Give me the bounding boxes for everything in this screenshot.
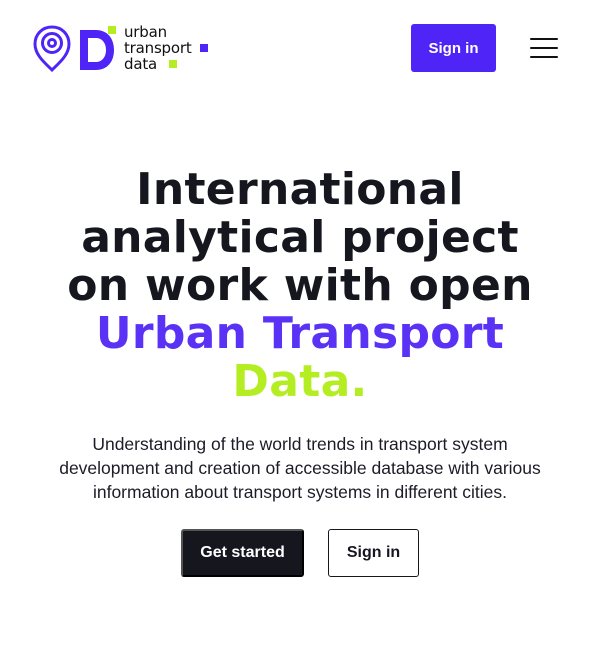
header-signin-button[interactable]: Sign in <box>411 24 496 72</box>
brand-line-transport: transport <box>124 39 192 57</box>
menu-bar <box>530 56 558 58</box>
hero-signin-button[interactable]: Sign in <box>328 529 419 577</box>
menu-bar <box>530 47 558 49</box>
hero-title-highlight: Urban Transport <box>95 308 505 359</box>
hero-title-line: analytical project <box>81 212 519 263</box>
hero-title-highlight-data: Data. <box>232 356 368 407</box>
hero-description: Understanding of the world trends in tra… <box>40 432 560 504</box>
hero-title-line: International <box>136 164 464 215</box>
brand-logo[interactable]: urban transport data <box>32 24 208 72</box>
hero-desc-line: development and creation of accessible d… <box>59 458 541 478</box>
logo-mark-icon <box>80 26 116 70</box>
site-header: urban transport data Sign in <box>0 0 600 96</box>
hamburger-icon[interactable] <box>530 38 558 58</box>
brand-line-urban: urban <box>124 23 167 41</box>
hero-title: International analytical project on work… <box>0 166 600 406</box>
menu-bar <box>530 38 558 40</box>
get-started-button[interactable]: Get started <box>181 529 304 577</box>
hero-desc-line: Understanding of the world trends in tra… <box>92 434 508 454</box>
green-square-icon <box>169 60 177 68</box>
hero-desc-line: information about transport systems in d… <box>92 482 508 502</box>
location-pin-icon <box>33 25 71 72</box>
hero-title-line: on work with open <box>67 260 533 311</box>
brand-wordmark: urban transport data <box>124 24 208 72</box>
brand-line-data: data <box>124 55 157 73</box>
blue-square-icon <box>199 44 208 52</box>
